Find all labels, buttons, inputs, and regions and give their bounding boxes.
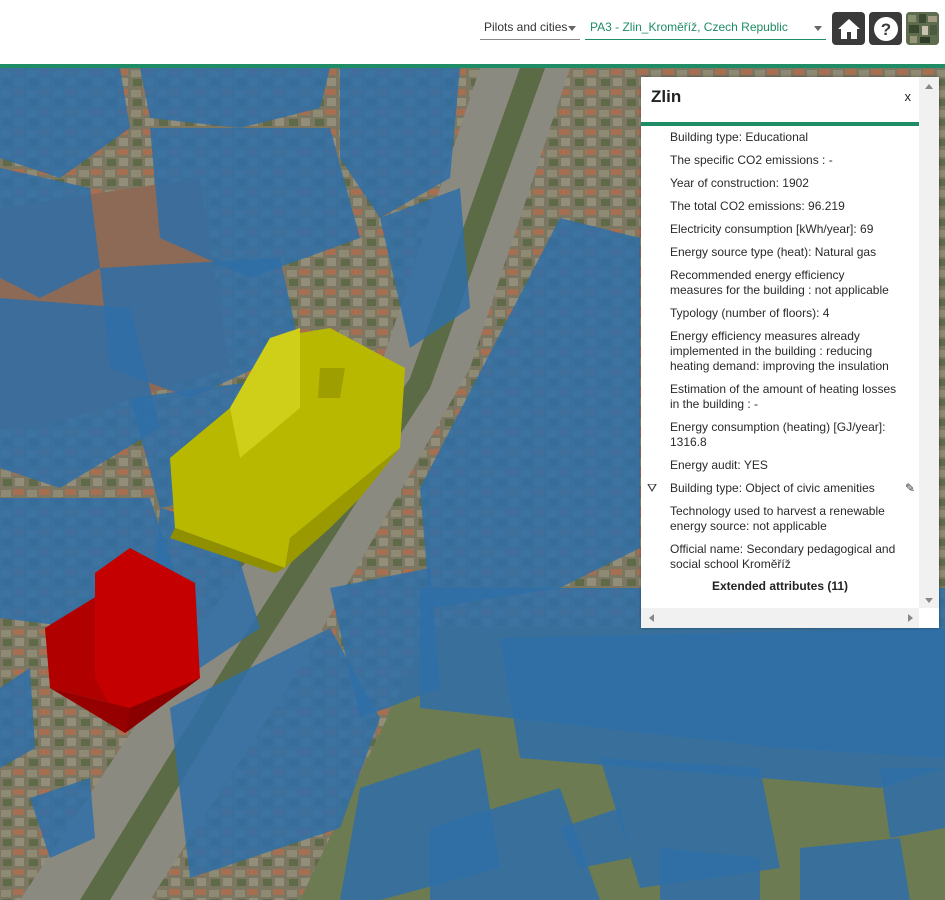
attribute-list: Building type: Educational The specific … [641, 130, 919, 608]
attribute-item: Building type: Educational [670, 130, 809, 144]
attribute-item: Electricity consumption [kWh/year]: 69 [670, 222, 874, 236]
attribute-item: Recommended energy efficiency measures f… [670, 268, 889, 297]
svg-text:?: ? [880, 20, 890, 39]
attribute-item: Technology used to harvest a renewable e… [670, 504, 885, 533]
city-select-value: PA3 - Zlin_Kroměříž, Czech Republic [590, 19, 788, 34]
help-button[interactable]: ? [869, 12, 902, 45]
panel-title: Zlin [651, 87, 682, 106]
attribute-item: Energy consumption (heating) [GJ/year]: … [670, 420, 886, 449]
scroll-right-icon[interactable] [908, 614, 913, 622]
basemap-thumbnail-icon [906, 12, 939, 45]
attribute-item: Energy audit: YES [670, 458, 768, 472]
vertical-scrollbar[interactable] [919, 77, 939, 608]
attribute-panel: Zlin x Building type: Educational The sp… [641, 77, 939, 628]
scroll-up-icon[interactable] [925, 84, 933, 89]
attribute-item: Energy efficiency measures already imple… [670, 329, 889, 373]
pilots-cities-select-value: Pilots and cities [484, 19, 568, 34]
edit-pencil-icon[interactable]: ✎ [905, 481, 915, 496]
attribute-item: Estimation of the amount of heating loss… [670, 382, 897, 411]
chevron-down-icon [568, 26, 576, 31]
extended-attributes-toggle[interactable]: Extended attributes (11) [641, 579, 919, 593]
chevron-down-icon [814, 26, 822, 31]
attribute-item: The specific CO2 emissions : - [670, 153, 833, 167]
attribute-item: Energy source type (heat): Natural gas [670, 245, 877, 259]
scroll-down-icon[interactable] [925, 598, 933, 603]
top-bar: Pilots and cities PA3 - Zlin_Kroměříž, C… [0, 0, 945, 64]
attribute-item: Year of construction: 1902 [670, 176, 809, 190]
filter-icon[interactable]: ⛛ [647, 481, 657, 496]
help-icon: ? [873, 16, 898, 41]
close-button[interactable]: x [905, 89, 912, 104]
attribute-item-hovered: ⛛ Building type: Object of civic ameniti… [647, 481, 915, 496]
scroll-left-icon[interactable] [649, 614, 654, 622]
basemap-button[interactable] [906, 12, 939, 45]
attribute-item: Official name: Secondary pedagogical and… [670, 542, 896, 571]
home-icon [837, 18, 860, 39]
pilots-cities-select[interactable]: Pilots and cities [480, 14, 580, 40]
attribute-item: Typology (number of floors): 4 [670, 306, 830, 320]
horizontal-scrollbar[interactable] [641, 608, 919, 628]
panel-header: Zlin x [641, 77, 919, 126]
home-button[interactable] [832, 12, 865, 45]
attribute-item: The total CO2 emissions: 96.219 [670, 199, 845, 213]
city-select[interactable]: PA3 - Zlin_Kroměříž, Czech Republic [585, 14, 826, 40]
